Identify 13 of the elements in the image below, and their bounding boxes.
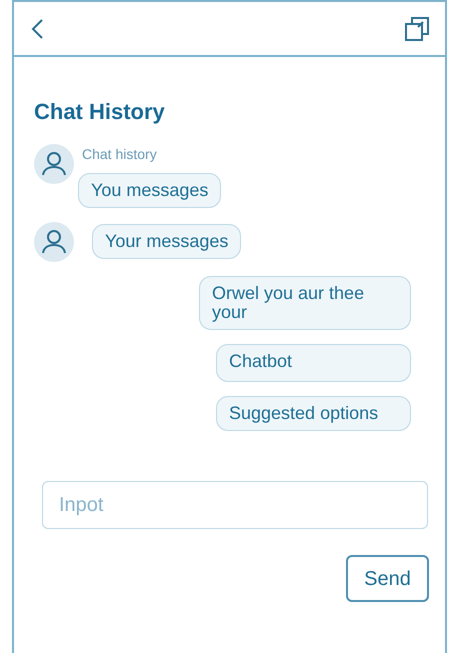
message-bubble: Your messages	[92, 224, 242, 259]
message-bubble: Orwel you aur thee your	[199, 276, 411, 330]
user-avatar-icon	[34, 144, 74, 184]
page-title: Chat History	[34, 98, 166, 126]
restore-window-icon[interactable]	[405, 16, 429, 40]
user-avatar-icon	[34, 222, 74, 262]
send-button[interactable]: Send	[346, 555, 429, 602]
sender-name: Chat history	[82, 145, 158, 164]
message-bubble: You messages	[78, 173, 222, 208]
back-icon[interactable]	[30, 18, 44, 40]
message-bubble: Suggested options	[216, 396, 411, 431]
message-bubble: Chatbot	[216, 344, 411, 382]
message-input[interactable]: Inpot	[42, 481, 428, 529]
